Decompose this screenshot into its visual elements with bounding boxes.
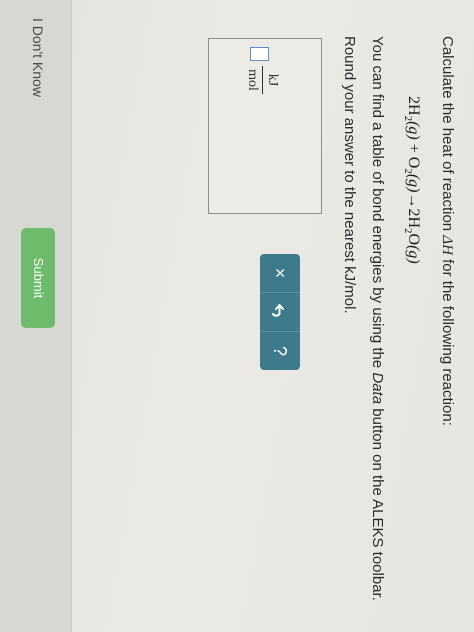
instruction-part2: button on the ALEKS toolbar. — [369, 404, 386, 601]
question-suffix: for the following reaction: — [439, 254, 456, 426]
plus-sign: + — [405, 139, 422, 157]
undo-icon — [271, 304, 284, 317]
reaction-equation: 2H2(g) + O2(g)→2H2O(g) — [402, 96, 422, 264]
undo-button[interactable] — [260, 292, 300, 331]
instruction-text: You can find a table of bond energies by… — [369, 36, 386, 601]
unit-fraction: kJ mol — [244, 66, 281, 94]
instruction-part1: You can find a table of bond energies by… — [369, 36, 386, 373]
question-text: Calculate the heat of reaction ΔH for th… — [438, 36, 456, 426]
o2-state: (g) — [405, 173, 422, 193]
reaction-arrow: → — [405, 192, 422, 209]
coef-h2: 2 — [405, 96, 422, 104]
h2o-h-symbol: H — [405, 216, 422, 229]
data-word: Data — [369, 372, 386, 405]
unit-denominator: mol — [245, 69, 260, 91]
help-button[interactable]: ? — [260, 331, 300, 370]
unit-numerator: kJ — [265, 73, 280, 87]
delta-h-symbol: ΔH — [439, 235, 455, 255]
answer-tools: × ? — [260, 254, 300, 370]
answer-input[interactable] — [250, 47, 269, 61]
aleks-page: Calculate the heat of reaction ΔH for th… — [0, 0, 474, 632]
h2o-o-symbol: O — [405, 233, 422, 246]
clear-button[interactable]: × — [260, 254, 300, 292]
fraction-bar — [262, 66, 263, 94]
answer-box: kJ mol — [208, 38, 322, 214]
o2-symbol: O — [405, 156, 422, 169]
h2-state: (g) — [405, 121, 422, 140]
rounding-text: Round your answer to the nearest kJ/mol. — [341, 36, 358, 314]
dont-know-button[interactable]: I Don't Know — [21, 18, 55, 97]
h2-symbol: H — [405, 104, 422, 116]
content-canvas: Calculate the heat of reaction ΔH for th… — [0, 0, 474, 632]
footer-bar: I Don't Know Submit — [0, 0, 72, 632]
question-prefix: Calculate the heat of reaction — [439, 36, 456, 236]
h2o-state: (g) — [405, 245, 422, 264]
submit-button[interactable]: Submit — [21, 228, 55, 328]
